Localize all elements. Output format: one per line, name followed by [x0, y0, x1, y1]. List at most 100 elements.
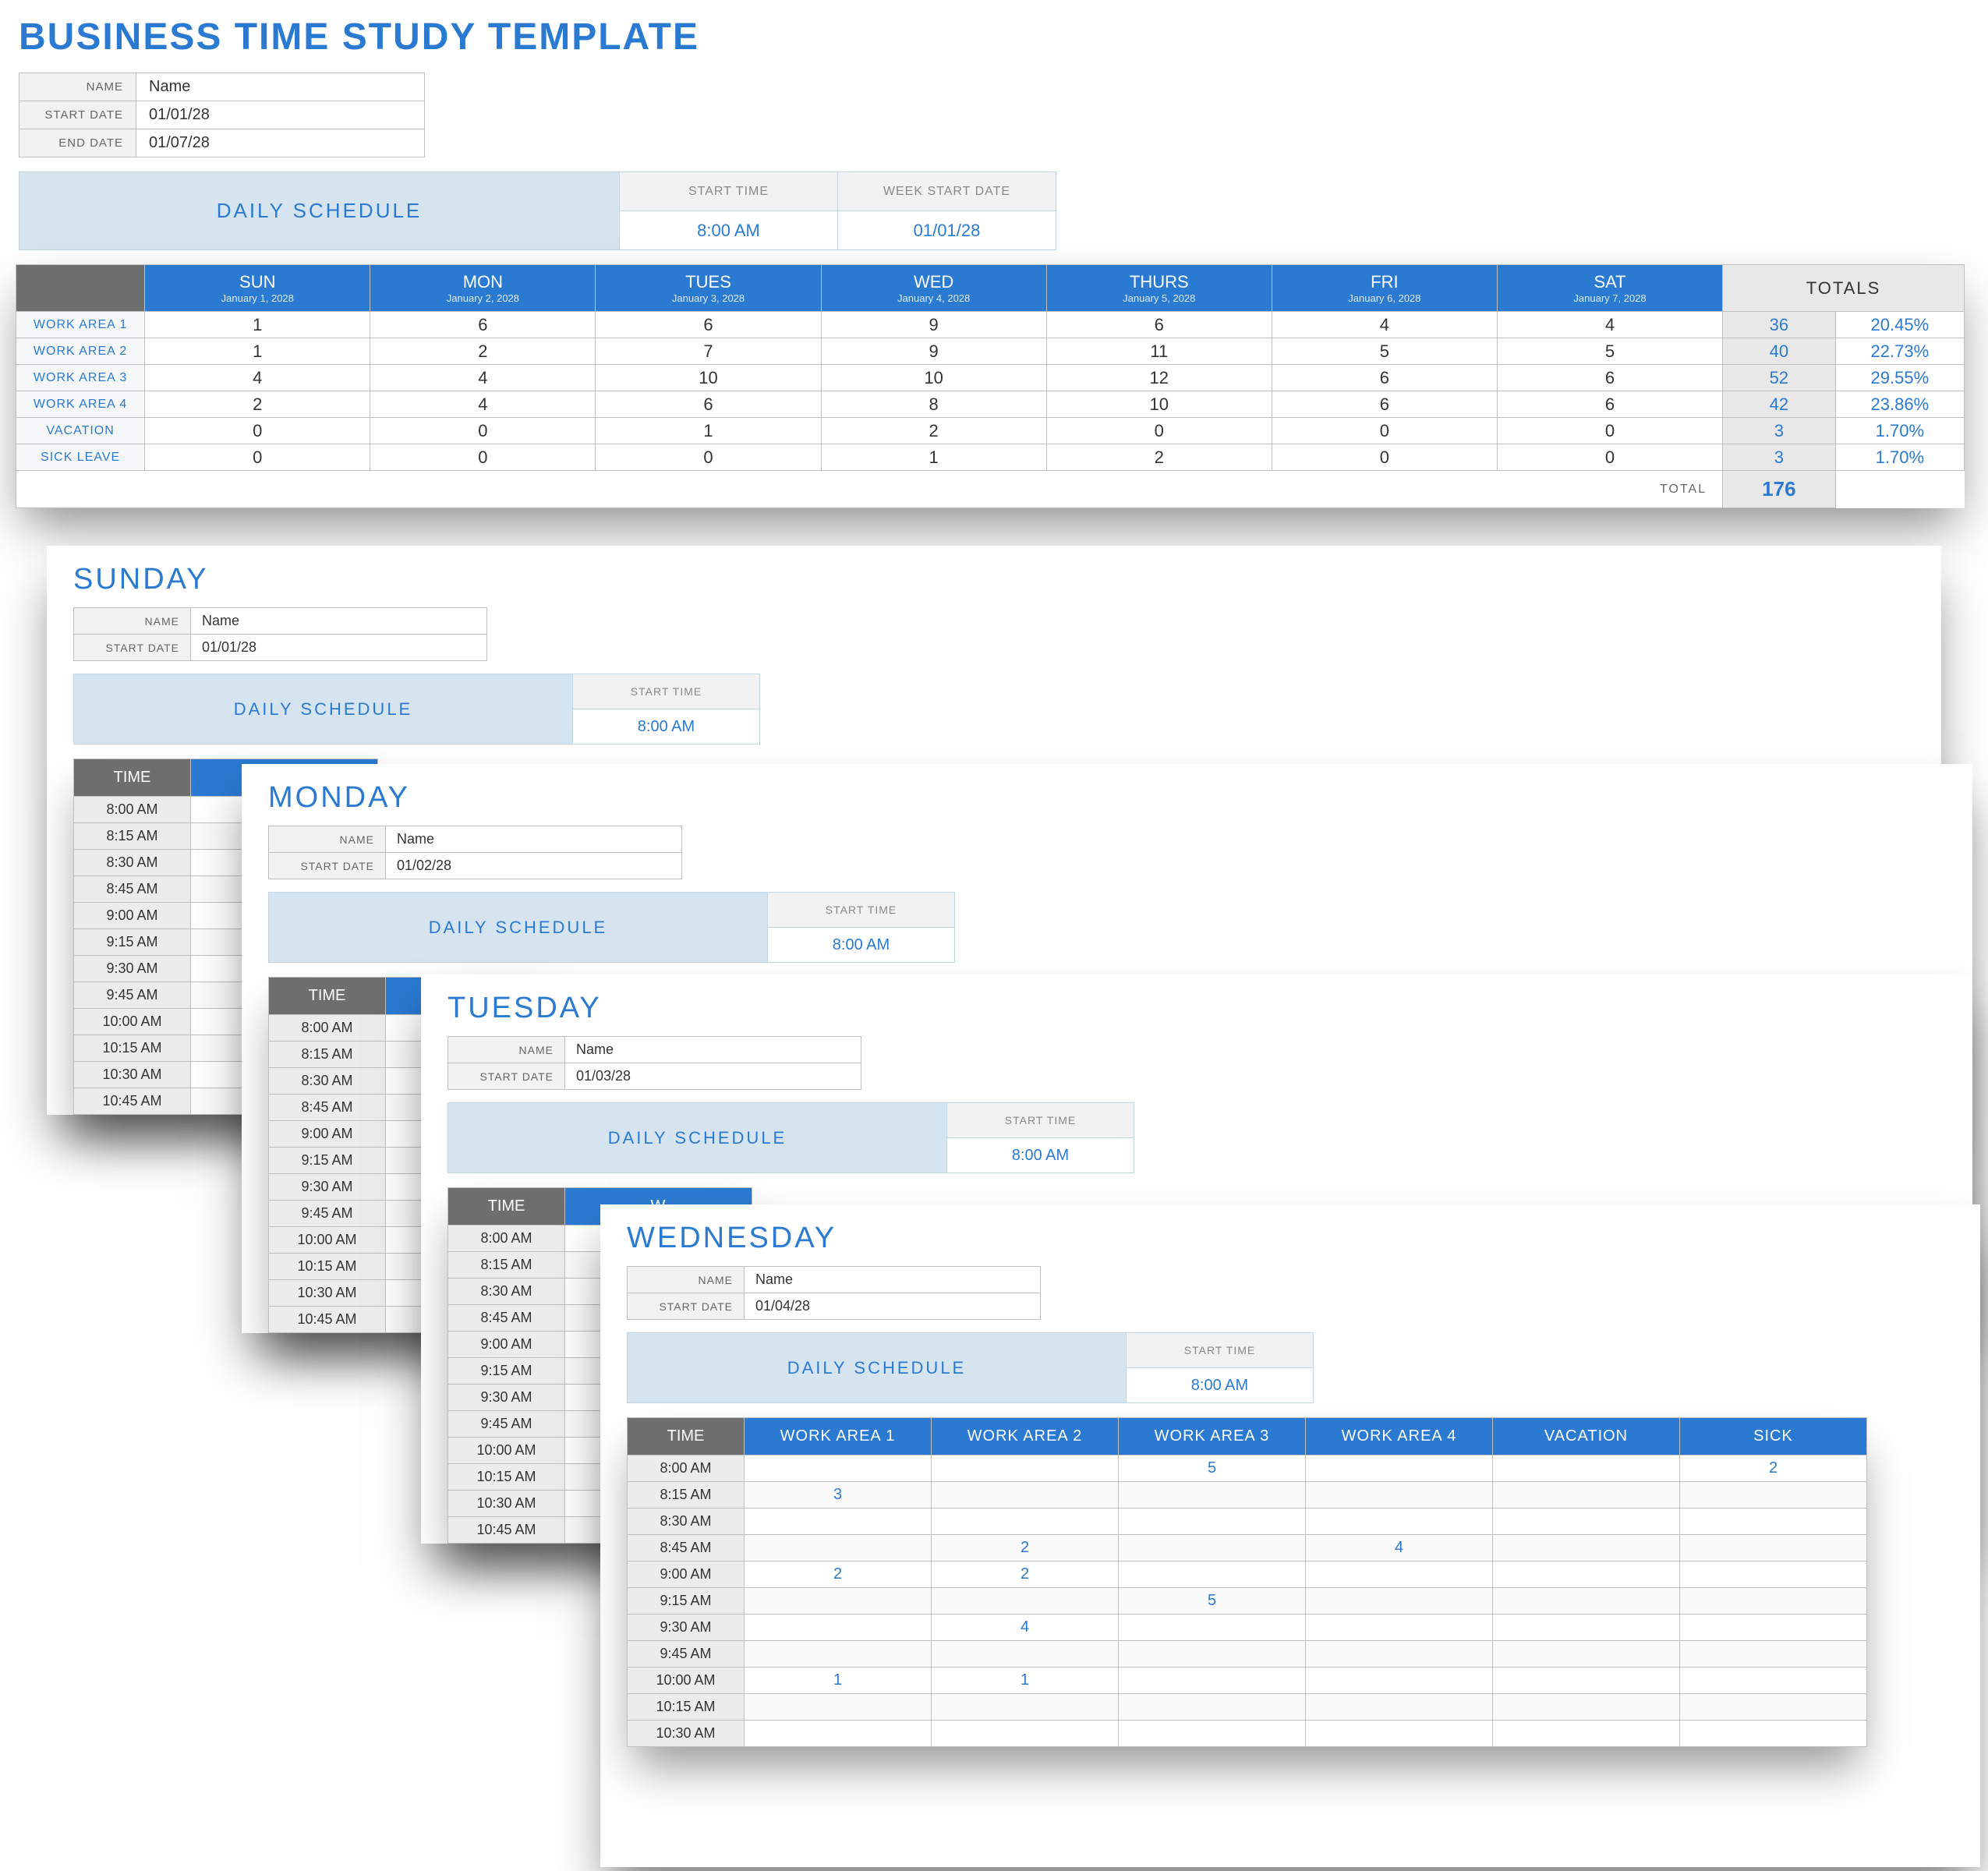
data-cell[interactable]: [1493, 1641, 1680, 1668]
data-cell[interactable]: [1680, 1588, 1867, 1615]
data-cell[interactable]: [1493, 1562, 1680, 1588]
data-cell[interactable]: [932, 1641, 1119, 1668]
data-cell[interactable]: [1493, 1588, 1680, 1615]
data-cell[interactable]: 11: [1046, 338, 1272, 365]
data-cell[interactable]: 2: [932, 1562, 1119, 1588]
data-cell[interactable]: [745, 1615, 932, 1641]
data-cell[interactable]: [745, 1588, 932, 1615]
data-cell[interactable]: 0: [1046, 418, 1272, 444]
data-cell[interactable]: [1680, 1535, 1867, 1562]
data-cell[interactable]: [1306, 1455, 1493, 1482]
data-cell[interactable]: [745, 1508, 932, 1535]
data-cell[interactable]: [1306, 1668, 1493, 1694]
data-cell[interactable]: 0: [596, 444, 821, 471]
data-cell[interactable]: [1306, 1508, 1493, 1535]
data-cell[interactable]: [1306, 1588, 1493, 1615]
data-cell[interactable]: [1680, 1615, 1867, 1641]
data-cell[interactable]: [1306, 1615, 1493, 1641]
data-cell[interactable]: 1: [145, 338, 370, 365]
data-cell[interactable]: 6: [1272, 365, 1497, 391]
data-cell[interactable]: [1306, 1694, 1493, 1721]
data-cell[interactable]: [1119, 1615, 1306, 1641]
data-cell[interactable]: 5: [1119, 1588, 1306, 1615]
data-cell[interactable]: 12: [1046, 365, 1272, 391]
data-cell[interactable]: [1119, 1508, 1306, 1535]
data-cell[interactable]: 0: [145, 418, 370, 444]
data-cell[interactable]: [1680, 1668, 1867, 1694]
data-cell[interactable]: [1493, 1508, 1680, 1535]
data-cell[interactable]: 6: [1046, 312, 1272, 338]
data-cell[interactable]: [745, 1694, 932, 1721]
data-cell[interactable]: 5: [1272, 338, 1497, 365]
data-cell[interactable]: [932, 1482, 1119, 1508]
data-cell[interactable]: 10: [1046, 391, 1272, 418]
data-cell[interactable]: 4: [370, 391, 596, 418]
data-cell[interactable]: 7: [596, 338, 821, 365]
data-cell[interactable]: [1493, 1721, 1680, 1747]
data-cell[interactable]: 0: [1272, 418, 1497, 444]
data-cell[interactable]: 1: [821, 444, 1046, 471]
data-cell[interactable]: [1306, 1562, 1493, 1588]
data-cell[interactable]: [1493, 1482, 1680, 1508]
meta-enddate-value[interactable]: 01/07/28: [136, 129, 425, 157]
data-cell[interactable]: 9: [821, 338, 1046, 365]
data-cell[interactable]: 0: [1497, 418, 1722, 444]
data-cell[interactable]: 6: [596, 391, 821, 418]
data-cell[interactable]: [932, 1588, 1119, 1615]
data-cell[interactable]: 10: [821, 365, 1046, 391]
data-cell[interactable]: [1119, 1668, 1306, 1694]
data-cell[interactable]: [745, 1721, 932, 1747]
data-cell[interactable]: [1493, 1668, 1680, 1694]
data-cell[interactable]: 6: [596, 312, 821, 338]
meta-name-value[interactable]: Name: [136, 73, 425, 101]
data-cell[interactable]: 2: [745, 1562, 932, 1588]
data-cell[interactable]: 0: [1497, 444, 1722, 471]
data-cell[interactable]: [1119, 1562, 1306, 1588]
data-cell[interactable]: [1306, 1482, 1493, 1508]
data-cell[interactable]: [745, 1535, 932, 1562]
data-cell[interactable]: [1306, 1721, 1493, 1747]
data-cell[interactable]: 4: [370, 365, 596, 391]
data-cell[interactable]: 6: [370, 312, 596, 338]
data-cell[interactable]: 0: [370, 418, 596, 444]
data-cell[interactable]: [932, 1694, 1119, 1721]
data-cell[interactable]: 4: [1497, 312, 1722, 338]
data-cell[interactable]: 5: [1497, 338, 1722, 365]
data-cell[interactable]: 1: [145, 312, 370, 338]
data-cell[interactable]: [1493, 1535, 1680, 1562]
data-cell[interactable]: [1119, 1694, 1306, 1721]
data-cell[interactable]: [1493, 1694, 1680, 1721]
data-cell[interactable]: 6: [1272, 391, 1497, 418]
data-cell[interactable]: 0: [370, 444, 596, 471]
data-cell[interactable]: 8: [821, 391, 1046, 418]
data-cell[interactable]: [1119, 1535, 1306, 1562]
ds-week-start-value[interactable]: 01/01/28: [838, 211, 1056, 250]
data-cell[interactable]: 5: [1119, 1455, 1306, 1482]
data-cell[interactable]: 6: [1497, 391, 1722, 418]
data-cell[interactable]: [745, 1455, 932, 1482]
data-cell[interactable]: 2: [145, 391, 370, 418]
data-cell[interactable]: 1: [596, 418, 821, 444]
data-cell[interactable]: [1493, 1455, 1680, 1482]
data-cell[interactable]: 2: [932, 1535, 1119, 1562]
data-cell[interactable]: 0: [145, 444, 370, 471]
data-cell[interactable]: 2: [1680, 1455, 1867, 1482]
data-cell[interactable]: 1: [745, 1668, 932, 1694]
data-cell[interactable]: 4: [1272, 312, 1497, 338]
data-cell[interactable]: 4: [932, 1615, 1119, 1641]
data-cell[interactable]: [1119, 1482, 1306, 1508]
data-cell[interactable]: [745, 1641, 932, 1668]
data-cell[interactable]: [1119, 1721, 1306, 1747]
data-cell[interactable]: 2: [1046, 444, 1272, 471]
data-cell[interactable]: 3: [745, 1482, 932, 1508]
data-cell[interactable]: 0: [1272, 444, 1497, 471]
ds-start-time-value[interactable]: 8:00 AM: [620, 211, 838, 250]
meta-startdate-value[interactable]: 01/01/28: [136, 101, 425, 129]
data-cell[interactable]: [1119, 1641, 1306, 1668]
data-cell[interactable]: [1493, 1615, 1680, 1641]
data-cell[interactable]: 1: [932, 1668, 1119, 1694]
data-cell[interactable]: 10: [596, 365, 821, 391]
data-cell[interactable]: 2: [370, 338, 596, 365]
data-cell[interactable]: [1306, 1641, 1493, 1668]
data-cell[interactable]: [1680, 1641, 1867, 1668]
